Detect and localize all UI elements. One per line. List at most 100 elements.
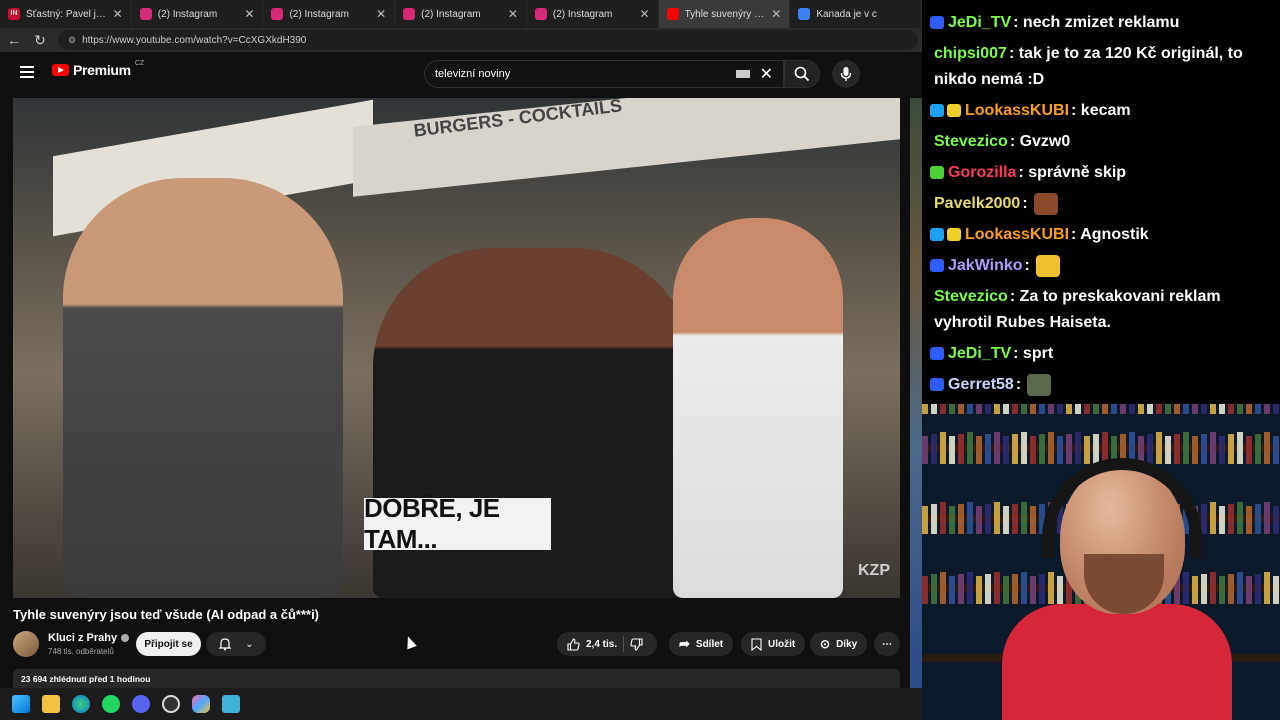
like-count[interactable]: 2,4 tis. (586, 639, 617, 650)
back-icon[interactable]: ← (6, 32, 22, 48)
chat-username[interactable]: Pavelk2000 (934, 195, 1020, 212)
book (931, 434, 937, 464)
book (967, 404, 973, 414)
chat-badge-icon (930, 16, 944, 30)
chat-badge-icon (947, 228, 961, 242)
book (1219, 404, 1225, 414)
channel-avatar[interactable] (13, 631, 39, 657)
keyboard-icon[interactable] (735, 70, 750, 78)
book (1021, 572, 1027, 604)
chat-username[interactable]: Gerret58 (948, 376, 1014, 393)
webcam-feed (922, 404, 1280, 720)
chat-emote-icon (1035, 254, 1060, 277)
voice-search-button[interactable] (832, 60, 860, 88)
browser-tab[interactable]: (2) Instagram ✕ (263, 0, 396, 28)
book (949, 404, 955, 414)
book (922, 404, 928, 414)
spotify-icon[interactable] (102, 695, 120, 713)
book (1273, 404, 1279, 414)
site-info-icon[interactable]: ⚙ (68, 35, 76, 46)
video-player[interactable]: BURGERS - COCKTAILS DOBŘE, JE TAM... KZP (13, 98, 900, 598)
browser-tab[interactable]: Kanada je v c (790, 0, 923, 28)
book (949, 576, 955, 604)
url-field[interactable]: ⚙ https://www.youtube.com/watch?v=CcXGXk… (58, 30, 918, 50)
thumbs-down-icon[interactable] (630, 637, 643, 651)
book (1048, 404, 1054, 414)
chat-badge-icon (930, 259, 944, 273)
browser-tab[interactable]: (2) Instagram ✕ (132, 0, 264, 28)
close-tab-icon[interactable]: ✕ (640, 7, 650, 21)
chat-username[interactable]: Stevezico (934, 133, 1008, 150)
book (1084, 404, 1090, 414)
browser-tab[interactable]: Tyhle suvenýry jsou teď ✕ (658, 0, 791, 28)
chat-username[interactable]: JeDi_TV (948, 345, 1011, 362)
close-tab-icon[interactable]: ✕ (376, 7, 386, 21)
bell-icon (218, 638, 232, 651)
book (1048, 432, 1054, 464)
thanks-button[interactable]: ⊙ Díky (810, 632, 868, 656)
share-button[interactable]: ➦ Sdílet (669, 632, 734, 656)
book (1201, 434, 1207, 464)
chat-username[interactable]: Stevezico (934, 288, 1008, 305)
browser-tab[interactable]: IN Šťastný: Pavel je lídr opozice ✕ (0, 0, 132, 28)
book (1228, 434, 1234, 464)
book (922, 506, 928, 534)
close-tab-icon[interactable]: ✕ (244, 7, 254, 21)
chat-message: chipsi007: tak je to za 120 Kč originál,… (930, 41, 1272, 93)
book (1237, 502, 1243, 534)
browser-tab[interactable]: (2) Instagram ✕ (527, 0, 659, 28)
book (1210, 572, 1216, 604)
chat-username[interactable]: chipsi007 (934, 45, 1007, 62)
close-tab-icon[interactable]: ✕ (113, 7, 123, 21)
search-button[interactable] (784, 60, 820, 88)
book (1210, 502, 1216, 534)
save-button[interactable]: Uložit (741, 632, 806, 656)
obs-icon[interactable] (162, 695, 180, 713)
discord-icon[interactable] (132, 695, 150, 713)
edge-icon[interactable] (72, 695, 90, 713)
video-info-bar[interactable]: 23 694 zhlédnutí před 1 hodinou (13, 669, 900, 689)
tab-favicon-icon (139, 8, 152, 20)
chat-message: Stevezico: Gvzw0 (930, 129, 1272, 155)
book (940, 432, 946, 464)
share-label: Sdílet (695, 638, 724, 650)
menu-icon[interactable] (20, 66, 34, 78)
file-explorer-icon[interactable] (42, 695, 60, 713)
search-input[interactable]: televizní noviny ✕ (424, 60, 784, 88)
youtube-play-icon (52, 64, 69, 76)
book (1183, 432, 1189, 464)
chat-text: : (1015, 376, 1022, 393)
book (931, 574, 937, 604)
clear-search-icon[interactable]: ✕ (760, 64, 773, 84)
chat-username[interactable]: LookassKUBI (965, 102, 1069, 119)
tab-favicon-icon (534, 8, 547, 20)
chat-badge-icon (930, 378, 944, 392)
book (994, 432, 1000, 464)
book (1129, 404, 1135, 414)
browser-tab[interactable]: (2) Instagram ✕ (395, 0, 527, 28)
chat-username[interactable]: LookassKUBI (965, 226, 1069, 243)
book (1030, 436, 1036, 464)
copilot-icon[interactable] (192, 695, 210, 713)
close-tab-icon[interactable]: ✕ (771, 7, 781, 21)
more-actions-button[interactable]: ⋯ (874, 632, 900, 656)
youtube-logo[interactable]: Premium CZ (52, 60, 144, 78)
join-button[interactable]: Připojit se (136, 632, 201, 656)
notifications-button[interactable]: ⌄ (206, 632, 266, 656)
channel-name[interactable]: Kluci z Prahy (48, 632, 130, 644)
tab-favicon-icon (403, 8, 416, 20)
chat-emote-icon (1033, 192, 1058, 215)
book (1048, 572, 1054, 604)
reload-icon[interactable]: ↻ (32, 32, 48, 49)
chat-username[interactable]: JeDi_TV (948, 14, 1011, 31)
book (1003, 436, 1009, 464)
book (1228, 504, 1234, 534)
thumbs-up-icon[interactable] (567, 637, 580, 651)
close-tab-icon[interactable]: ✕ (508, 7, 518, 21)
chat-text: : (1024, 257, 1030, 274)
chat-username[interactable]: Gorozilla (948, 164, 1016, 181)
windows-start-icon[interactable] (12, 695, 30, 713)
notepad-icon[interactable] (222, 695, 240, 713)
chat-username[interactable]: JakWinko (948, 257, 1023, 274)
book (958, 404, 964, 414)
